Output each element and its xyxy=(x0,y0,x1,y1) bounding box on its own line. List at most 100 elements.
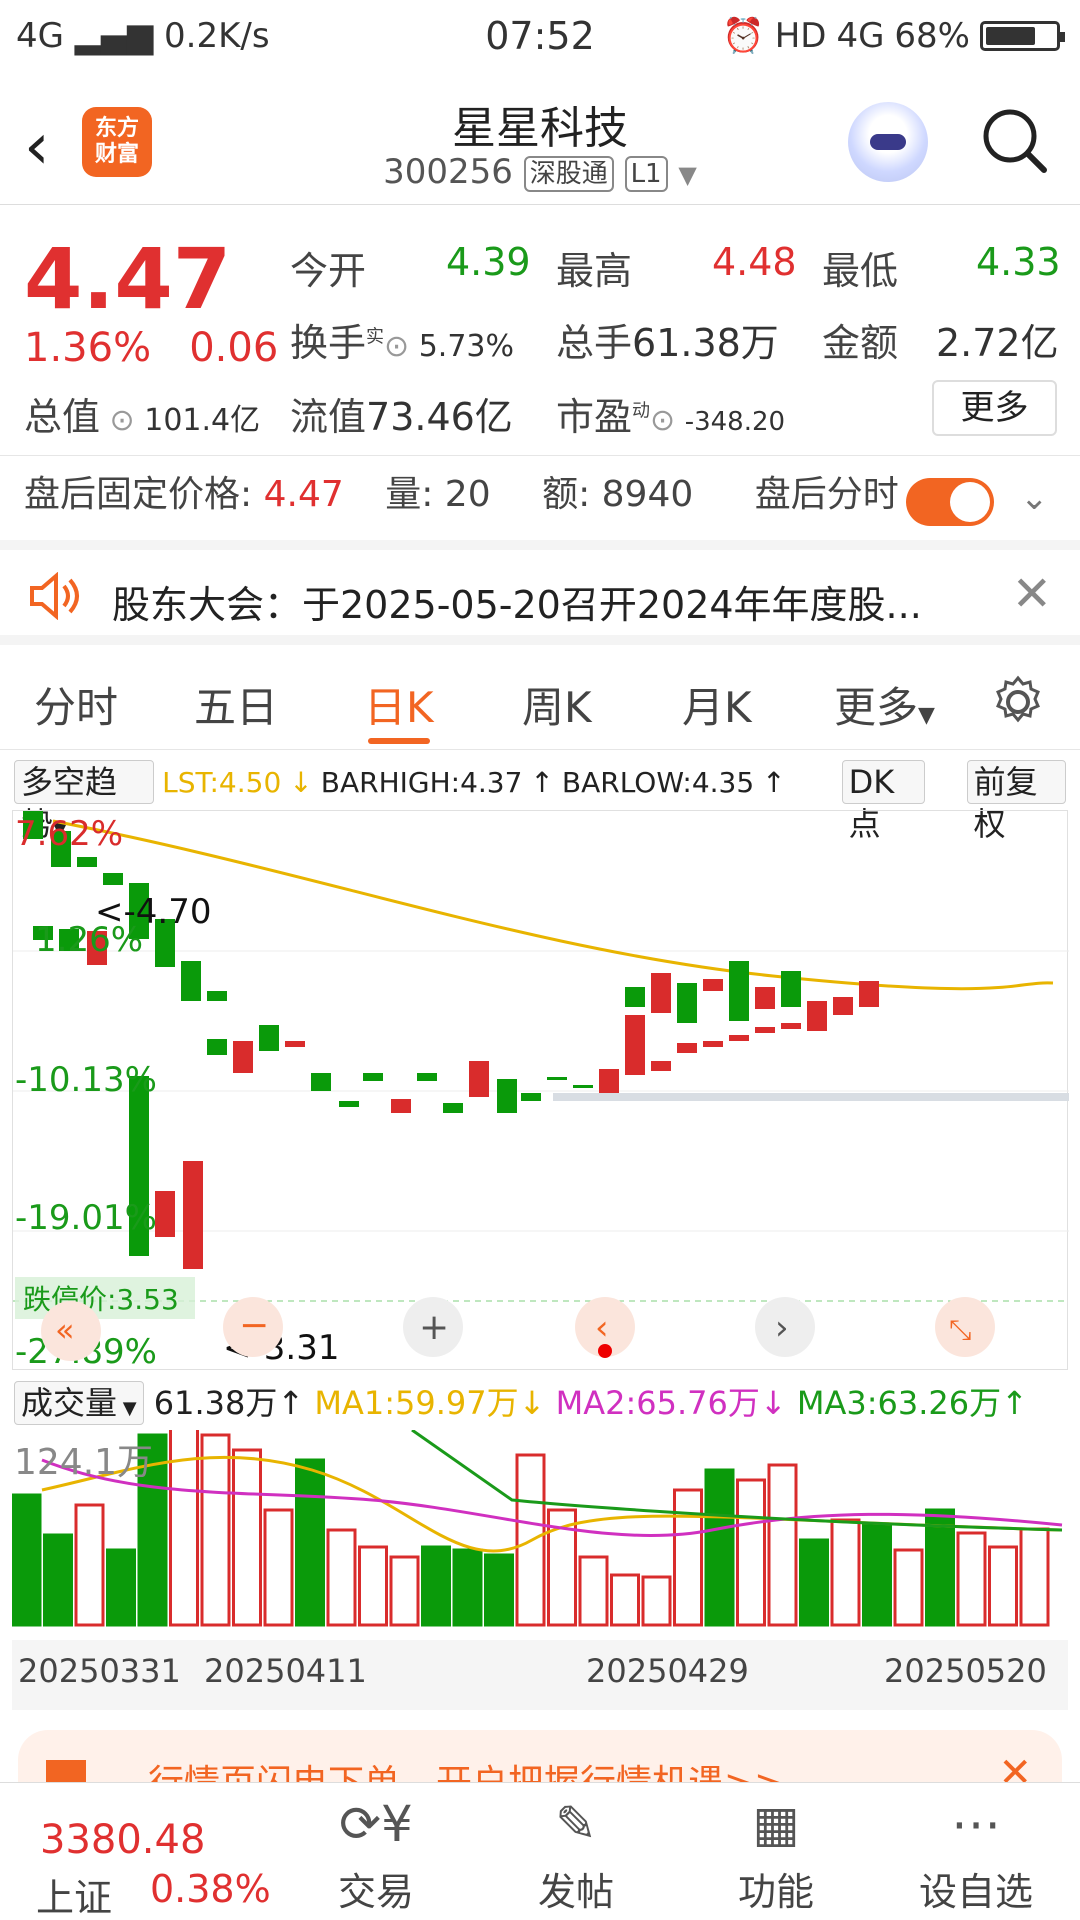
candle xyxy=(417,1073,437,1081)
nav-post[interactable]: ✎ 发帖 xyxy=(486,1783,666,1916)
tab-timeshare[interactable]: 分时 xyxy=(34,674,118,735)
volume-bar xyxy=(358,1545,388,1627)
candle xyxy=(651,1061,671,1071)
indicator-select[interactable]: 多空趋势▼ xyxy=(14,760,155,843)
candle xyxy=(807,1001,827,1031)
candle xyxy=(181,961,201,1001)
volume-bar xyxy=(421,1545,451,1627)
candle xyxy=(833,997,853,1015)
dk-point-button[interactable]: DK点 xyxy=(841,760,925,843)
candle xyxy=(311,1073,331,1091)
volume-bar xyxy=(641,1575,672,1627)
volume-bar xyxy=(484,1553,514,1627)
candle xyxy=(77,857,97,867)
candle xyxy=(103,873,123,885)
candle xyxy=(207,1039,227,1055)
volume-bar xyxy=(862,1523,892,1627)
bottom-nav: 3380.48 上证 0.38% ⟳¥ 交易 ✎ 发帖 ▦ 功能 ⋯ 设自选 xyxy=(0,1782,1080,1920)
candle xyxy=(703,979,723,991)
volume-chart[interactable]: 124.1万 xyxy=(11,1423,1068,1630)
candle xyxy=(469,1061,489,1097)
yen-circle-icon: ⟳¥ xyxy=(339,1795,413,1853)
volume-bar xyxy=(673,1488,703,1627)
volume-bar xyxy=(578,1555,609,1627)
svg-text:›: › xyxy=(775,1308,789,1348)
float-row: 流值73.46亿 xyxy=(290,395,513,439)
lst-value: LST:4.50 xyxy=(162,765,282,799)
candle xyxy=(573,1085,593,1088)
open-value: 4.39 xyxy=(446,240,531,284)
nav-function[interactable]: ▦ 功能 xyxy=(686,1783,866,1916)
candle xyxy=(521,1093,541,1101)
volume-bar xyxy=(389,1555,420,1627)
alarm-icon: ⏰ xyxy=(722,16,765,56)
period-tabs: 分时 五日 日K 周K 月K 更多▼ xyxy=(0,660,1080,750)
svg-text:«: « xyxy=(55,1311,75,1349)
high-annotation: <-4.70 xyxy=(95,892,211,932)
svg-text:−: − xyxy=(239,1305,269,1346)
after-hours-toggle[interactable] xyxy=(906,478,994,526)
candle xyxy=(599,1069,619,1093)
volume-select[interactable]: 成交量 ▼ xyxy=(14,1381,144,1425)
tab-weekly-k[interactable]: 周K xyxy=(522,674,592,735)
volume-bar xyxy=(452,1548,483,1627)
notice-text: 股东大会：于2025-05-20召开2024年年度股... xyxy=(112,583,922,627)
svg-text:+: + xyxy=(419,1307,449,1348)
status-bar: 4G ▂▄▆ 0.2K/s 07:52 ⏰ HD 4G 68% xyxy=(0,0,1080,76)
tab-daily-k[interactable]: 日K xyxy=(364,674,434,735)
chevron-down-icon[interactable]: ⌄ xyxy=(1020,478,1049,518)
volume-bar xyxy=(736,1478,766,1627)
volume-bar xyxy=(74,1503,105,1627)
divider xyxy=(0,455,1080,456)
battery-icon xyxy=(980,21,1065,51)
svg-text:⤡: ⤡ xyxy=(949,1313,971,1346)
robot-avatar-icon[interactable] xyxy=(848,102,928,182)
candle xyxy=(259,1025,279,1051)
volume-bar xyxy=(11,1493,42,1627)
candle xyxy=(781,971,801,1007)
turnover-row: 换手实⊙ 5.73% xyxy=(290,321,515,365)
kline-chart[interactable]: 7.62% 1.26% -10.13% -19.01% -27.89% <-4.… xyxy=(12,810,1069,1372)
search-icon[interactable] xyxy=(980,106,1050,176)
limit-down-label: 跌停价:3.53 xyxy=(23,1283,179,1316)
grid-icon: ▦ xyxy=(752,1795,800,1853)
high-value: 4.48 xyxy=(712,240,797,284)
candle xyxy=(233,1041,253,1073)
pe-row: 市盈动⊙ -348.20 xyxy=(556,395,786,439)
barlow-value: BARLOW:4.35 xyxy=(561,765,755,799)
candle xyxy=(625,1015,645,1075)
volume-bar xyxy=(326,1528,357,1627)
gear-icon[interactable] xyxy=(990,674,1046,730)
nav-trade[interactable]: ⟳¥ 交易 xyxy=(286,1783,466,1916)
volume-bar xyxy=(610,1573,640,1627)
kline-svg: 7.62% 1.26% -10.13% -19.01% -27.89% <-4.… xyxy=(13,811,1069,1372)
battery-text: 68% xyxy=(894,16,970,56)
candle xyxy=(155,1191,175,1237)
amount-label: 金额 xyxy=(822,321,899,365)
svg-text:‹: ‹ xyxy=(595,1308,609,1348)
close-icon[interactable]: ✕ xyxy=(1012,566,1052,622)
edit-icon: ✎ xyxy=(555,1795,597,1853)
candle xyxy=(781,1023,801,1029)
more-quote-button[interactable]: 更多 xyxy=(932,380,1057,436)
index-name[interactable]: 上证 xyxy=(36,1867,112,1920)
speaker-icon xyxy=(30,572,79,620)
y-label-3: -10.13% xyxy=(15,1060,157,1100)
index-value[interactable]: 3380.48 xyxy=(40,1817,205,1863)
active-tab-underline xyxy=(368,738,430,744)
volume-bar xyxy=(263,1508,294,1627)
amount-value: 2.72亿 xyxy=(936,321,1059,365)
tab-more[interactable]: 更多▼ xyxy=(834,674,935,735)
nav-watchlist[interactable]: ⋯ 设自选 xyxy=(886,1783,1066,1916)
volume-row: 总手61.38万 xyxy=(556,321,779,365)
tab-monthly-k[interactable]: 月K xyxy=(682,674,752,735)
volume-bar xyxy=(704,1468,735,1627)
notice-bar[interactable]: 股东大会：于2025-05-20召开2024年年度股... ✕ xyxy=(0,540,1080,645)
candle xyxy=(859,981,879,1007)
volume-bar xyxy=(1019,1527,1050,1627)
barhigh-value: BARHIGH:4.37 xyxy=(320,765,523,799)
adjust-button[interactable]: 前复权 xyxy=(966,760,1066,843)
indicator-row: 多空趋势▼ LST:4.50↓ BARHIGH:4.37↑ BARLOW:4.3… xyxy=(14,760,1066,843)
tab-fiveday[interactable]: 五日 xyxy=(194,674,278,735)
candle xyxy=(677,983,697,1023)
